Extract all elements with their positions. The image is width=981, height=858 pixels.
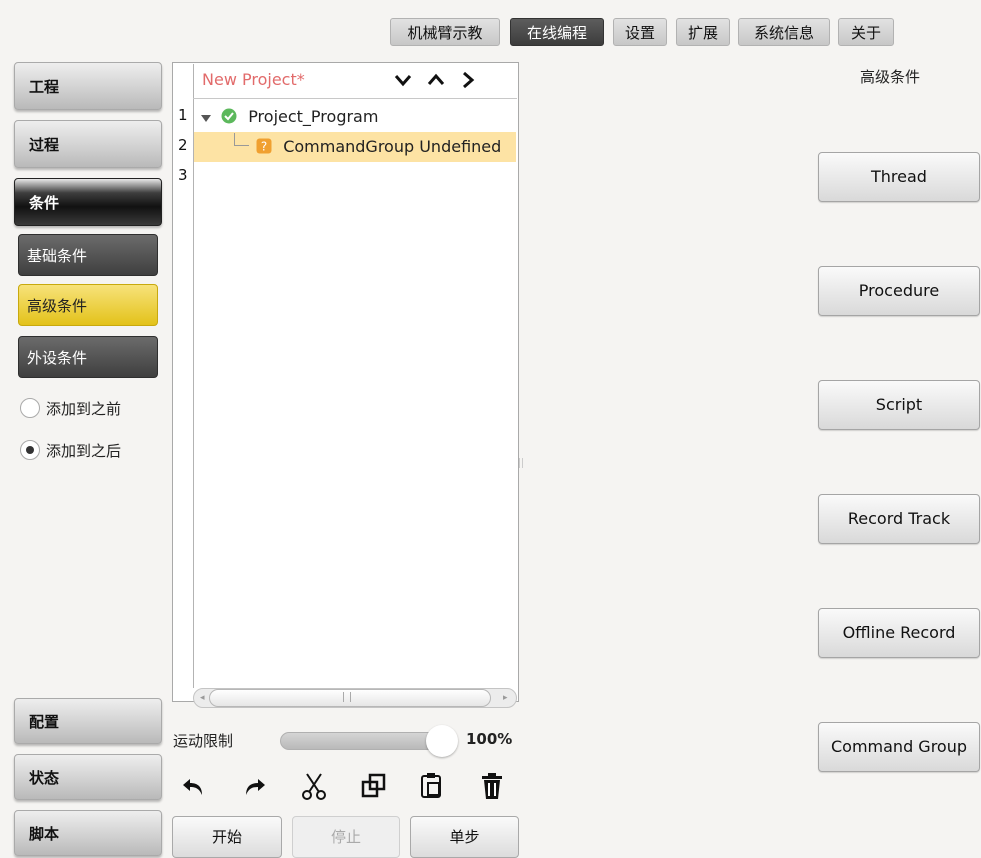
delete-icon [482, 773, 502, 799]
peripheral-condition-label: 外设条件 [27, 348, 88, 367]
cut-button[interactable] [296, 766, 332, 806]
redo-icon [246, 779, 265, 795]
paste-button[interactable] [414, 766, 450, 806]
line-number: 2 [178, 136, 188, 154]
speed-value: 100% [466, 730, 513, 748]
offline-record-button[interactable]: Offline Record [818, 608, 980, 658]
radio-after-circle[interactable] [20, 440, 40, 460]
nav-process-button[interactable]: 过程 [14, 120, 162, 168]
nav-status-button[interactable]: 状态 [14, 754, 162, 800]
tab-about[interactable]: 关于 [838, 18, 894, 46]
peripheral-condition-button[interactable]: 外设条件 [18, 336, 158, 378]
cut-icon [302, 773, 326, 800]
nav-condition-button[interactable]: 条件 [14, 178, 162, 226]
command-group-button[interactable]: Command Group [818, 722, 980, 772]
redo-button[interactable] [236, 766, 272, 806]
right-panel-title: 高级条件 [860, 68, 921, 86]
tab-system-info[interactable]: 系统信息 [738, 18, 830, 46]
step-button[interactable]: 单步 [410, 816, 519, 858]
speed-limit-label: 运动限制 [173, 732, 234, 750]
advanced-condition-button[interactable]: 高级条件 [18, 284, 158, 326]
radio-add-after[interactable]: 添加到之后 [20, 438, 121, 462]
radio-before-circle[interactable] [20, 398, 40, 418]
line-number: 3 [178, 166, 188, 184]
undo-button[interactable] [176, 766, 212, 806]
check-circle-icon [221, 108, 237, 124]
tab-robot-teach[interactable]: 机械臂示教 [390, 18, 500, 46]
radio-before-label: 添加到之前 [46, 399, 122, 418]
splitter-handle[interactable] [519, 458, 523, 468]
thread-button[interactable]: Thread [818, 152, 980, 202]
undo-icon [183, 779, 202, 795]
chevron-right-icon[interactable] [460, 70, 476, 90]
nav-project-label: 工程 [29, 77, 60, 96]
chevron-down-icon[interactable] [393, 72, 413, 88]
project-title: New Project* [202, 70, 305, 89]
scrollbar-grip [343, 692, 351, 702]
nav-config-label: 配置 [29, 712, 60, 731]
nav-status-label: 状态 [29, 768, 60, 787]
tab-extensions[interactable]: 扩展 [676, 18, 730, 46]
advanced-condition-label: 高级条件 [27, 296, 88, 315]
tree-node-project-program[interactable]: Project_Program [196, 104, 516, 130]
scroll-right-arrow-icon[interactable]: ▸ [503, 691, 513, 705]
nav-script-button[interactable]: 脚本 [14, 810, 162, 856]
svg-text:?: ? [261, 140, 267, 154]
copy-button[interactable] [356, 766, 392, 806]
tree-node-label: CommandGroup Undefined [283, 137, 502, 156]
nav-condition-label: 条件 [29, 193, 60, 212]
script-button[interactable]: Script [818, 380, 980, 430]
copy-icon [361, 773, 386, 798]
stop-button[interactable]: 停止 [292, 816, 400, 858]
nav-process-label: 过程 [29, 135, 60, 154]
basic-condition-label: 基础条件 [27, 246, 88, 265]
basic-condition-button[interactable]: 基础条件 [18, 234, 158, 276]
line-number: 1 [178, 106, 188, 124]
radio-add-before[interactable]: 添加到之前 [20, 396, 121, 420]
radio-after-label: 添加到之后 [46, 441, 122, 460]
delete-button[interactable] [474, 766, 510, 806]
nav-config-button[interactable]: 配置 [14, 698, 162, 744]
expand-triangle-icon[interactable] [200, 112, 212, 124]
nav-project-button[interactable]: 工程 [14, 62, 162, 110]
start-button[interactable]: 开始 [172, 816, 282, 858]
question-box-icon: ? [256, 138, 272, 154]
tree-header-divider [193, 98, 517, 99]
tab-online-programming[interactable]: 在线编程 [510, 18, 604, 46]
nav-script-label: 脚本 [29, 824, 60, 843]
speed-slider-thumb[interactable] [426, 725, 458, 757]
tab-settings[interactable]: 设置 [613, 18, 667, 46]
tree-node-label: Project_Program [248, 107, 379, 126]
record-track-button[interactable]: Record Track [818, 494, 980, 544]
chevron-up-icon[interactable] [426, 72, 446, 88]
tree-connector [234, 133, 249, 146]
procedure-button[interactable]: Procedure [818, 266, 980, 316]
tree-node-command-group[interactable]: ? CommandGroup Undefined [194, 132, 516, 162]
paste-icon [421, 773, 441, 798]
